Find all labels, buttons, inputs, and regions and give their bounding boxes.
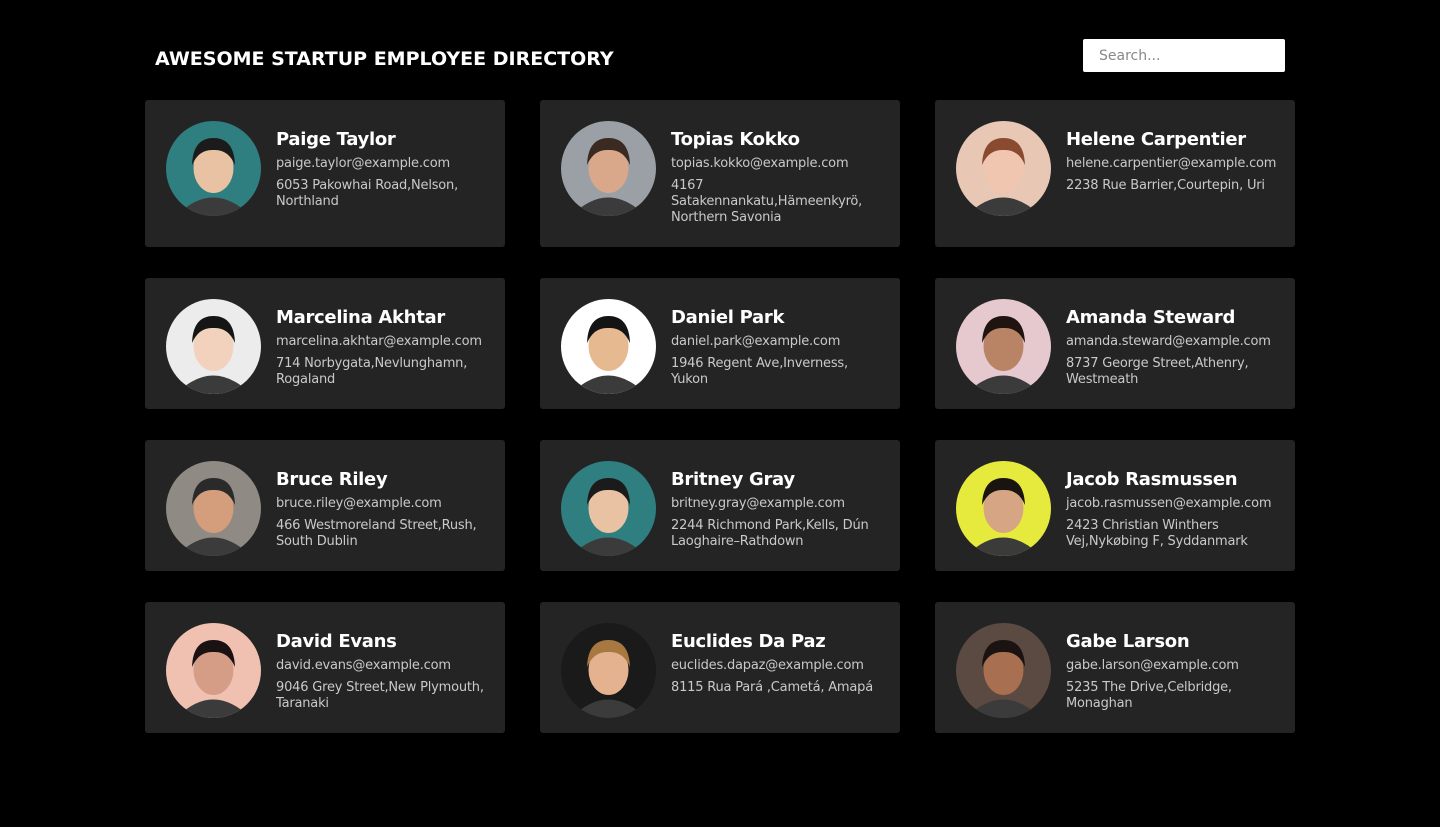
employee-avatar xyxy=(561,623,656,718)
employee-address: 5235 The Drive,Celbridge, Monaghan xyxy=(1066,680,1232,711)
employee-info: Euclides Da Paz euclides.dapaz@example.co… xyxy=(671,631,886,696)
employee-name: Topias Kokko xyxy=(671,129,800,150)
employee-address: 8115 Rua Pará ,Cametá, Amapá xyxy=(671,680,873,695)
employee-email: marcelina.akhtar@example.com xyxy=(276,334,482,349)
employee-info: Paige Taylor paige.taylor@example.com 6053… xyxy=(276,129,491,210)
employee-info: Jacob Rasmussen jacob.rasmussen@example.c… xyxy=(1066,469,1281,550)
employee-card[interactable]: Amanda Steward amanda.steward@example.com… xyxy=(935,278,1295,409)
employee-info: Gabe Larson gabe.larson@example.com 5235 T… xyxy=(1066,631,1281,712)
employee-card[interactable]: Britney Gray britney.gray@example.com 2244… xyxy=(540,440,900,571)
employee-name: Bruce Riley xyxy=(276,469,388,490)
employee-name: Euclides Da Paz xyxy=(671,631,826,652)
employee-email: britney.gray@example.com xyxy=(671,496,845,511)
employee-email: david.evans@example.com xyxy=(276,658,451,673)
header: AWESOME STARTUP EMPLOYEE DIRECTORY xyxy=(155,38,1285,72)
employee-info: Daniel Park daniel.park@example.com 1946 R… xyxy=(671,307,886,388)
employee-address: 9046 Grey Street,New Plymouth, Taranaki xyxy=(276,680,484,711)
employee-info: Topias Kokko topias.kokko@example.com 4167… xyxy=(671,129,886,226)
employee-email: helene.carpentier@example.com xyxy=(1066,156,1277,171)
page-title: AWESOME STARTUP EMPLOYEE DIRECTORY xyxy=(155,48,614,70)
employee-card[interactable]: Topias Kokko topias.kokko@example.com 4167… xyxy=(540,100,900,247)
employee-name: David Evans xyxy=(276,631,397,652)
employee-avatar xyxy=(166,299,261,394)
employee-address: 2238 Rue Barrier,Courtepin, Uri xyxy=(1066,178,1265,193)
employee-card[interactable]: Bruce Riley bruce.riley@example.com 466 We… xyxy=(145,440,505,571)
employee-address: 1946 Regent Ave,Inverness, Yukon xyxy=(671,356,848,387)
employee-name: Gabe Larson xyxy=(1066,631,1190,652)
employee-info: Amanda Steward amanda.steward@example.com… xyxy=(1066,307,1281,388)
employee-card[interactable]: Gabe Larson gabe.larson@example.com 5235 T… xyxy=(935,602,1295,733)
employee-email: topias.kokko@example.com xyxy=(671,156,849,171)
employee-card[interactable]: Daniel Park daniel.park@example.com 1946 R… xyxy=(540,278,900,409)
employee-address: 6053 Pakowhai Road,Nelson, Northland xyxy=(276,178,459,209)
employee-address: 714 Norbygata,Nevlunghamn, Rogaland xyxy=(276,356,468,387)
employee-address: 8737 George Street,Athenry, Westmeath xyxy=(1066,356,1249,387)
employee-avatar xyxy=(956,461,1051,556)
employee-info: Marcelina Akhtar marcelina.akhtar@example… xyxy=(276,307,491,388)
employee-card[interactable]: Paige Taylor paige.taylor@example.com 6053… xyxy=(145,100,505,247)
employee-name: Paige Taylor xyxy=(276,129,396,150)
employee-name: Amanda Steward xyxy=(1066,307,1236,328)
employee-info: Bruce Riley bruce.riley@example.com 466 We… xyxy=(276,469,491,550)
employee-address: 4167 Satakennankatu,Hämeenkyrö, Northern… xyxy=(671,178,863,225)
employee-info: David Evans david.evans@example.com 9046 G… xyxy=(276,631,491,712)
employee-card[interactable]: Marcelina Akhtar marcelina.akhtar@example… xyxy=(145,278,505,409)
employee-avatar xyxy=(561,461,656,556)
employee-name: Marcelina Akhtar xyxy=(276,307,445,328)
employee-avatar xyxy=(561,299,656,394)
employee-name: Britney Gray xyxy=(671,469,795,490)
employee-email: gabe.larson@example.com xyxy=(1066,658,1239,673)
employee-email: euclides.dapaz@example.com xyxy=(671,658,864,673)
employee-info: Britney Gray britney.gray@example.com 2244… xyxy=(671,469,886,550)
employee-email: amanda.steward@example.com xyxy=(1066,334,1271,349)
employee-avatar xyxy=(166,461,261,556)
employee-card[interactable]: David Evans david.evans@example.com 9046 G… xyxy=(145,602,505,733)
employee-card[interactable]: Helene Carpentier helene.carpentier@examp… xyxy=(935,100,1295,247)
employee-name: Jacob Rasmussen xyxy=(1066,469,1238,490)
employee-avatar xyxy=(166,623,261,718)
employee-address: 2244 Richmond Park,Kells, Dún Laoghaire–… xyxy=(671,518,869,549)
employee-avatar xyxy=(956,299,1051,394)
employee-email: bruce.riley@example.com xyxy=(276,496,442,511)
employee-avatar xyxy=(956,121,1051,216)
employee-address: 466 Westmoreland Street,Rush, South Dubl… xyxy=(276,518,477,549)
employee-card[interactable]: Euclides Da Paz euclides.dapaz@example.co… xyxy=(540,602,900,733)
employee-email: paige.taylor@example.com xyxy=(276,156,450,171)
employee-email: jacob.rasmussen@example.com xyxy=(1066,496,1272,511)
search-input[interactable] xyxy=(1083,39,1285,72)
employee-card[interactable]: Jacob Rasmussen jacob.rasmussen@example.c… xyxy=(935,440,1295,571)
employee-avatar xyxy=(561,121,656,216)
employee-avatar xyxy=(166,121,261,216)
employee-info: Helene Carpentier helene.carpentier@examp… xyxy=(1066,129,1281,194)
employee-address: 2423 Christian Winthers Vej,Nykøbing F, … xyxy=(1066,518,1248,549)
employee-name: Helene Carpentier xyxy=(1066,129,1246,150)
employee-avatar xyxy=(956,623,1051,718)
employee-email: daniel.park@example.com xyxy=(671,334,841,349)
employee-name: Daniel Park xyxy=(671,307,785,328)
